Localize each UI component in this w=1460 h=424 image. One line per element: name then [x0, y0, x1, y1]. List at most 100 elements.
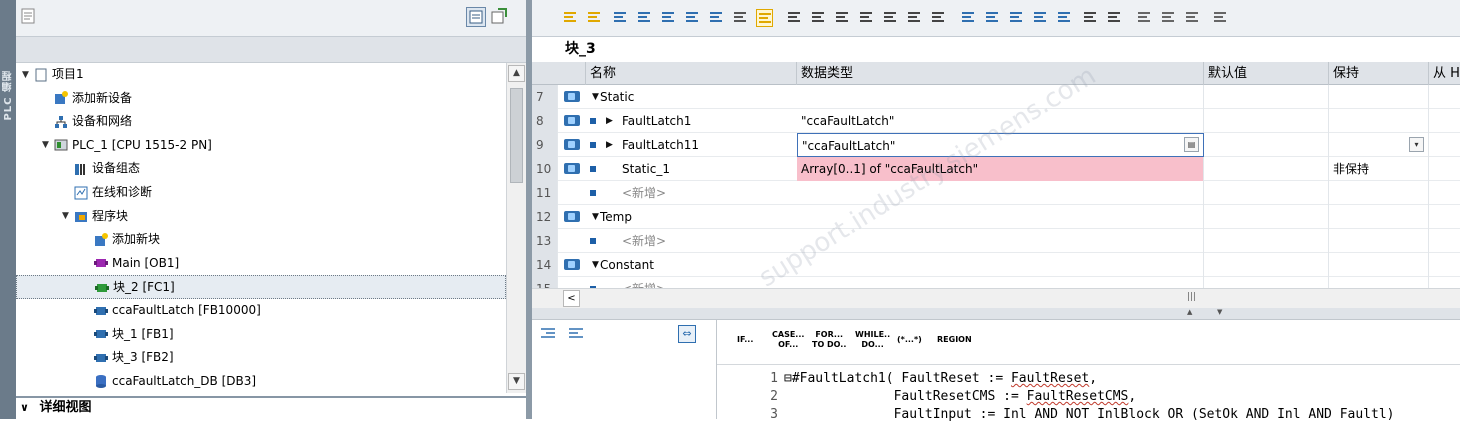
instruction-template[interactable]: REGION [937, 335, 972, 345]
scroll-grip-icon[interactable]: ||| [1187, 292, 1196, 302]
table-row[interactable]: 7 ▼ Static [532, 85, 1460, 109]
scroll-down-icon[interactable]: ▼ [508, 373, 525, 390]
expand-arrow-icon[interactable]: ▼ [22, 64, 34, 86]
cell-data-type[interactable] [797, 181, 1204, 205]
type-picker-icon[interactable]: ▤ [1184, 137, 1199, 152]
scroll-thumb[interactable] [510, 88, 523, 183]
code-area[interactable]: 1 ⊟#FaultLatch1( FaultReset := FaultReset… [752, 370, 1460, 422]
tree-item[interactable]: ▼ 项目1 [16, 63, 506, 87]
expand-arrow-icon[interactable]: ▼ [42, 134, 54, 156]
load-icon[interactable] [1212, 9, 1229, 27]
tree-item[interactable]: 块_1 [FB1] [16, 323, 506, 347]
instruction-template[interactable]: CASE... OF... [772, 330, 804, 350]
cell-retain[interactable] [1329, 229, 1429, 253]
column-name[interactable]: 名称 [586, 62, 797, 85]
tree-item[interactable]: 添加新块 [16, 228, 506, 252]
snapshot-icon[interactable] [1160, 9, 1177, 27]
overview-icon[interactable] [466, 7, 486, 27]
cell-retain[interactable] [1329, 181, 1429, 205]
cell-name[interactable]: <新增> [618, 277, 797, 288]
detail-view-header[interactable]: ∨ 详细视图 [16, 396, 526, 419]
copy-snapshot-icon[interactable] [1184, 9, 1201, 27]
scroll-up-icon[interactable]: ▲ [508, 65, 525, 82]
cell-from-hmi[interactable] [1429, 205, 1460, 229]
abs-icon[interactable] [660, 9, 677, 27]
cell-retain[interactable] [1329, 85, 1429, 109]
expand-arrow-icon[interactable]: ▶ [606, 133, 613, 157]
collapse-down-icon[interactable]: ▼ [1217, 308, 1222, 316]
column-from-hmi[interactable]: 从 H [1429, 62, 1460, 85]
table-row[interactable]: 14 ▼ Constant [532, 253, 1460, 277]
tree-item[interactable]: ccaFaultLatch_DB [DB3] [16, 370, 506, 393]
highlight-icon[interactable] [756, 9, 773, 27]
table-row[interactable]: 9 ▶ FaultLatch11 "ccaFaultLatch" ▤ ▾ [532, 133, 1460, 157]
tree-item[interactable]: 块_3 [FB2] [16, 346, 506, 370]
column-default[interactable]: 默认值 [1204, 62, 1329, 85]
cell-from-hmi[interactable] [1429, 109, 1460, 133]
tree-item[interactable]: ▼ PLC_1 [CPU 1515-2 PN] [16, 134, 506, 158]
list-icon[interactable] [1008, 9, 1025, 27]
cell-data-type[interactable]: "ccaFaultLatch" [797, 133, 1204, 157]
instruction-template[interactable]: WHILE.. DO... [855, 330, 890, 350]
cell-default[interactable] [1204, 85, 1329, 109]
align-icon[interactable] [984, 9, 1001, 27]
prev-icon[interactable] [1082, 9, 1099, 27]
cell-default[interactable] [1204, 181, 1329, 205]
table-row[interactable]: 12 ▼ Temp [532, 205, 1460, 229]
cell-from-hmi[interactable] [1429, 181, 1460, 205]
cell-data-type[interactable]: "ccaFaultLatch" [797, 109, 1204, 133]
cell-retain[interactable] [1329, 205, 1429, 229]
column-data-type[interactable]: 数据类型 [797, 62, 1204, 85]
force-icon[interactable] [858, 9, 875, 27]
cell-name[interactable]: <新增> [618, 229, 797, 253]
delete-line-icon[interactable] [708, 9, 725, 27]
cell-data-type[interactable] [797, 277, 1204, 288]
cell-retain[interactable] [1329, 133, 1429, 157]
cell-from-hmi[interactable] [1429, 229, 1460, 253]
cell-retain[interactable] [1329, 109, 1429, 133]
settings-icon[interactable] [1136, 9, 1153, 27]
cell-from-hmi[interactable] [1429, 133, 1460, 157]
collapse-up-icon[interactable]: ▲ [1187, 308, 1192, 316]
wrap-icon[interactable] [1032, 9, 1049, 27]
table-row[interactable]: 13 <新增> [532, 229, 1460, 253]
expand-icon[interactable]: ⇔ [678, 325, 696, 343]
compare-icon[interactable] [906, 9, 923, 27]
cell-data-type[interactable] [797, 205, 1204, 229]
edit-icon[interactable] [882, 9, 899, 27]
instruction-template[interactable]: IF... [737, 335, 753, 345]
cell-data-type[interactable] [797, 229, 1204, 253]
expand-arrow-icon[interactable]: ▶ [606, 109, 613, 133]
cell-name[interactable]: Static_1 [618, 157, 797, 181]
tree-item[interactable]: Main [OB1] [16, 252, 506, 276]
cell-default[interactable] [1204, 229, 1329, 253]
cell-default[interactable] [1204, 205, 1329, 229]
tree-item[interactable]: 设备组态 [16, 157, 506, 181]
tree-item[interactable]: 在线和诊断 [16, 181, 506, 205]
monitor-icon[interactable] [834, 9, 851, 27]
indent-icon[interactable] [540, 326, 556, 343]
code-line[interactable]: 3 FaultInput := Inl AND NOT InlBlock OR … [752, 406, 1394, 424]
cell-data-type[interactable] [797, 85, 1204, 109]
call-icon[interactable] [810, 9, 827, 27]
tree-item[interactable]: 块_2 [FC1] [16, 275, 506, 299]
cell-default[interactable] [1204, 277, 1329, 288]
cell-default[interactable] [1204, 109, 1329, 133]
expand-arrow-icon[interactable]: ▼ [62, 205, 74, 227]
scroll-left-icon[interactable]: < [563, 290, 580, 307]
instruction-template[interactable]: (*...*) [897, 335, 922, 345]
cell-name[interactable]: Static [596, 85, 797, 109]
tree-item[interactable]: 设备和网络 [16, 110, 506, 134]
cell-from-hmi[interactable] [1429, 277, 1460, 288]
tree-item[interactable]: ccaFaultLatch [FB10000] [16, 299, 506, 323]
cell-name[interactable]: FaultLatch1 [618, 109, 797, 133]
table-row[interactable]: 8 ▶ FaultLatch1 "ccaFaultLatch" [532, 109, 1460, 133]
cell-from-hmi[interactable] [1429, 85, 1460, 109]
table-row[interactable]: 11 <新增> [532, 181, 1460, 205]
column-retain[interactable]: 保持 [1329, 62, 1429, 85]
add-row-icon[interactable] [586, 9, 603, 27]
block-icon[interactable] [636, 9, 653, 27]
table-row[interactable]: 10 Static_1 Array[0..1] of "ccaFaultLatch"… [532, 157, 1460, 181]
cell-retain[interactable] [1329, 277, 1429, 288]
bookmark-icon[interactable] [1056, 9, 1073, 27]
